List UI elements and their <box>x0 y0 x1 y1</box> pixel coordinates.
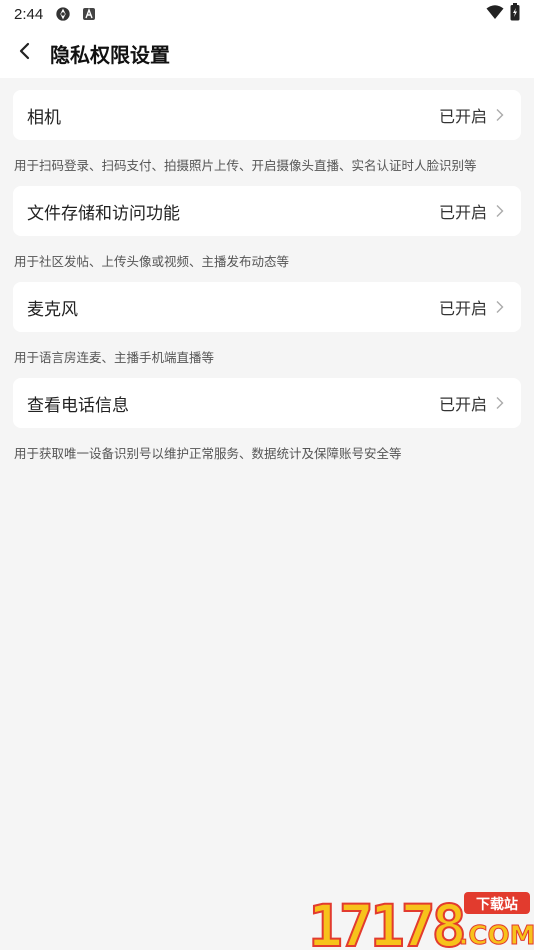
watermark-logo: 17178 下载站 .COM <box>304 888 534 950</box>
permission-description: 用于获取唯一设备识别号以维护正常服务、数据统计及保障账号安全等 <box>14 446 402 461</box>
svg-text:17178: 17178 <box>308 892 464 950</box>
permission-description: 用于社区发帖、上传头像或视频、主播发布动态等 <box>14 254 290 269</box>
permission-description: 用于扫码登录、扫码支付、拍摄照片上传、开启摄像头直播、实名认证时人脸识别等 <box>14 158 477 173</box>
page-title: 隐私权限设置 <box>50 42 170 67</box>
status-icons-right <box>486 3 520 25</box>
chevron-right-icon <box>493 300 507 314</box>
chevron-right-icon <box>493 396 507 410</box>
chevron-right-icon <box>493 204 507 218</box>
svg-text:下载站: 下载站 <box>476 896 518 913</box>
permission-name: 麦克风 <box>27 299 78 320</box>
permission-name: 相机 <box>27 107 61 128</box>
header: 隐私权限设置 <box>0 28 534 78</box>
permission-status: 已开启 <box>438 299 487 318</box>
wifi-icon <box>486 4 504 24</box>
chevron-left-icon <box>15 41 35 65</box>
permission-item-microphone[interactable]: 麦克风 已开启 <box>13 282 521 332</box>
permission-description: 用于语言房连麦、主播手机端直播等 <box>14 350 215 365</box>
chevron-right-icon <box>493 108 507 122</box>
svg-text:.COM: .COM <box>459 921 534 950</box>
permission-item-storage[interactable]: 文件存储和访问功能 已开启 <box>13 186 521 236</box>
permission-status: 已开启 <box>438 395 487 414</box>
permission-status: 已开启 <box>438 107 487 126</box>
permission-status: 已开启 <box>438 203 487 222</box>
permission-name: 查看电话信息 <box>27 395 129 416</box>
status-bar: 2:44 <box>0 0 534 28</box>
permission-item-phone[interactable]: 查看电话信息 已开启 <box>13 378 521 428</box>
permission-item-camera[interactable]: 相机 已开启 <box>13 90 521 140</box>
back-button[interactable] <box>0 28 50 78</box>
permission-name: 文件存储和访问功能 <box>27 203 180 224</box>
sync-icon <box>55 6 71 22</box>
status-time: 2:44 <box>14 5 44 23</box>
battery-icon <box>510 3 520 25</box>
a-app-icon <box>81 6 97 22</box>
